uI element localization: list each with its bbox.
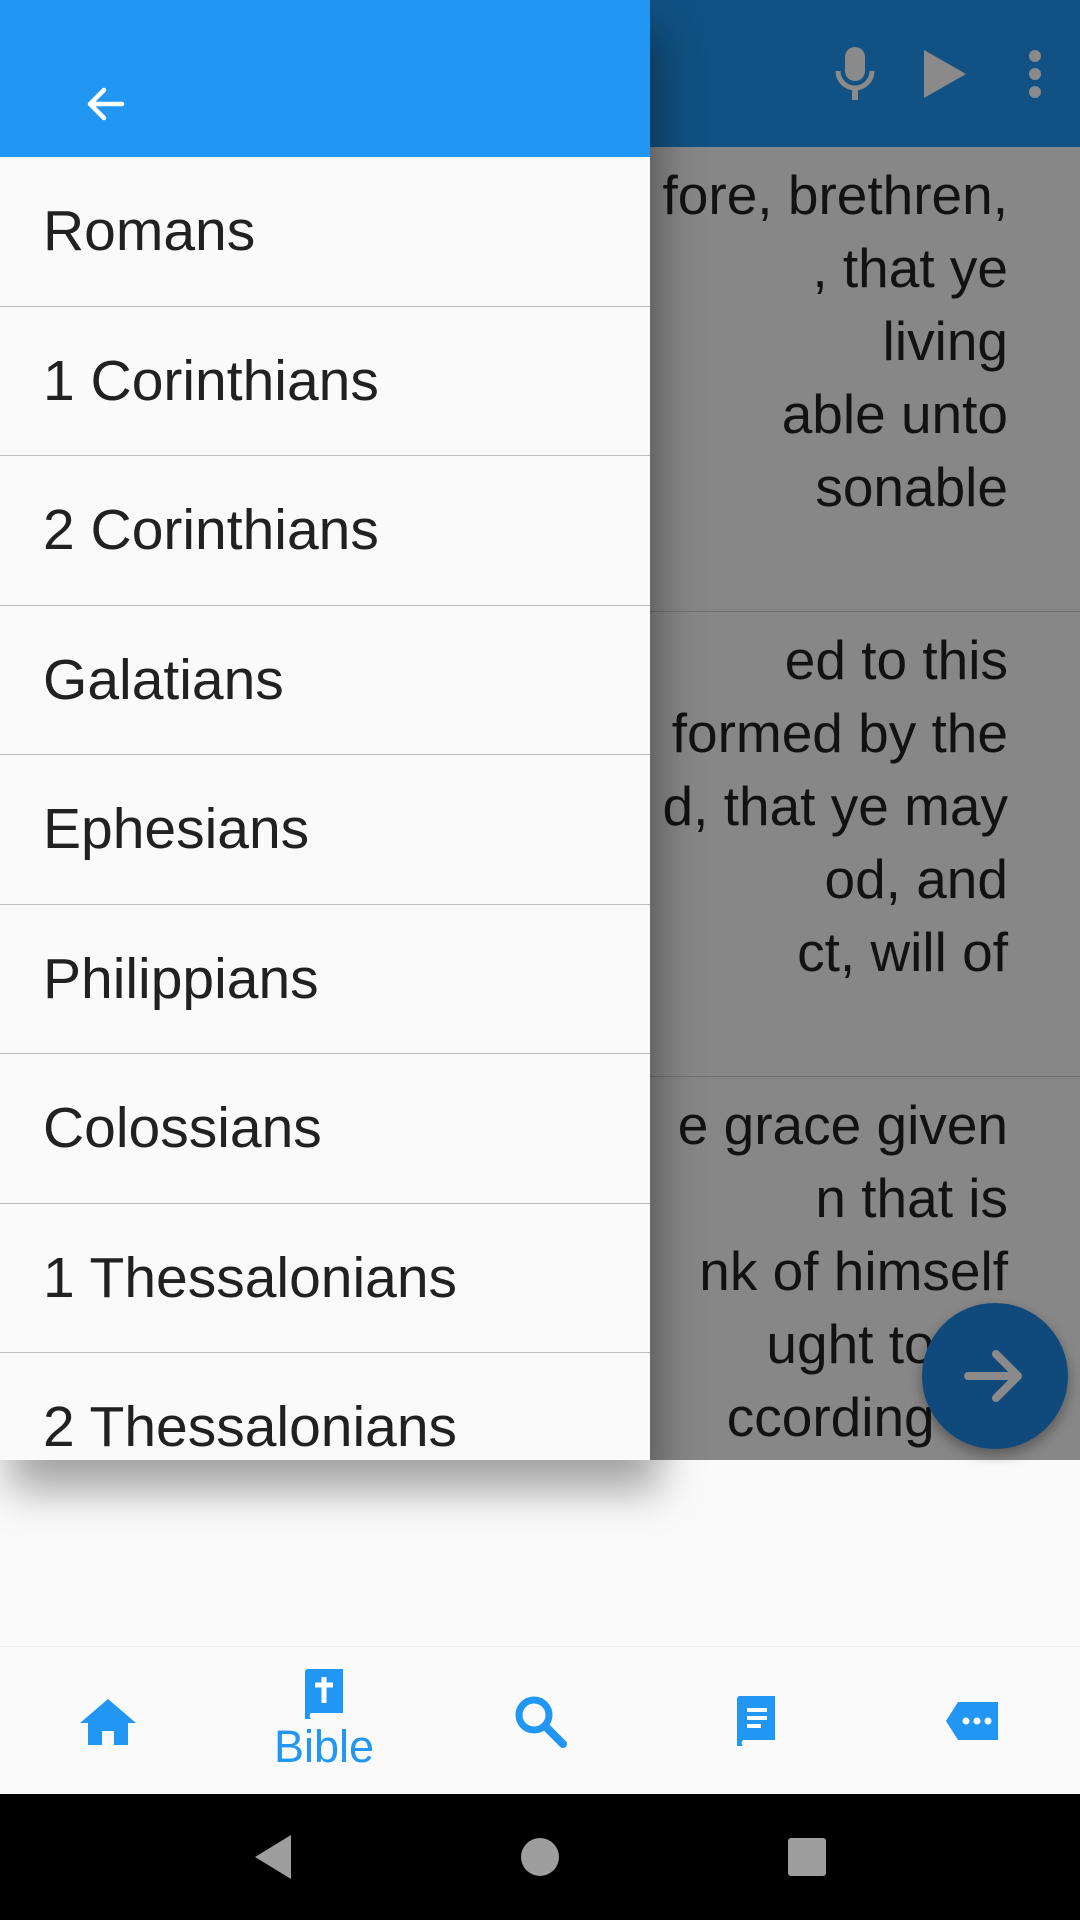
search-icon <box>515 1696 567 1748</box>
book-label: 1 Corinthians <box>43 348 379 413</box>
system-navigation-bar <box>0 1794 1080 1920</box>
system-recents-button[interactable] <box>762 1812 852 1902</box>
book-item-1-thessalonians[interactable]: 1 Thessalonians <box>0 1204 650 1353</box>
book-label: Romans <box>43 199 256 264</box>
book-label: Philippians <box>43 946 319 1011</box>
nav-chat[interactable] <box>864 1647 1080 1794</box>
bottom-navigation: Bible <box>0 1646 1080 1794</box>
book-icon <box>736 1695 775 1746</box>
book-item-colossians[interactable]: Colossians <box>0 1054 650 1204</box>
back-button[interactable] <box>70 74 140 134</box>
chat-icon <box>946 1701 998 1740</box>
book-label: 2 Corinthians <box>43 498 379 563</box>
back-triangle-icon <box>255 1835 292 1879</box>
recents-square-icon <box>787 1838 826 1876</box>
nav-bible[interactable]: Bible <box>216 1647 432 1794</box>
book-drawer: Romans 1 Corinthians 2 Corinthians Galat… <box>0 0 650 1460</box>
nav-label: Bible <box>273 1720 375 1772</box>
arrow-back-icon <box>87 87 125 121</box>
book-item-2-corinthians[interactable]: 2 Corinthians <box>0 456 650 606</box>
nav-books[interactable] <box>648 1647 864 1794</box>
home-circle-icon <box>520 1838 559 1876</box>
book-list: Romans 1 Corinthians 2 Corinthians Galat… <box>0 157 650 1460</box>
book-item-romans[interactable]: Romans <box>0 157 650 307</box>
book-item-philippians[interactable]: Philippians <box>0 905 650 1054</box>
drawer-header <box>0 0 650 157</box>
system-back-button[interactable] <box>228 1812 318 1902</box>
book-label: Ephesians <box>43 797 310 862</box>
book-item-ephesians[interactable]: Ephesians <box>0 755 650 905</box>
nav-home[interactable] <box>0 1647 216 1794</box>
book-label: Colossians <box>43 1096 322 1161</box>
book-item-2-thessalonians[interactable]: 2 Thessalonians <box>0 1353 650 1460</box>
book-item-galatians[interactable]: Galatians <box>0 606 650 755</box>
bible-icon <box>304 1668 343 1719</box>
nav-search[interactable] <box>432 1647 648 1794</box>
book-item-1-corinthians[interactable]: 1 Corinthians <box>0 307 650 456</box>
system-home-button[interactable] <box>495 1812 585 1902</box>
book-label: 2 Thessalonians <box>43 1395 458 1460</box>
book-label: Galatians <box>43 647 284 712</box>
book-label: 1 Thessalonians <box>43 1245 458 1310</box>
home-icon <box>80 1698 136 1745</box>
